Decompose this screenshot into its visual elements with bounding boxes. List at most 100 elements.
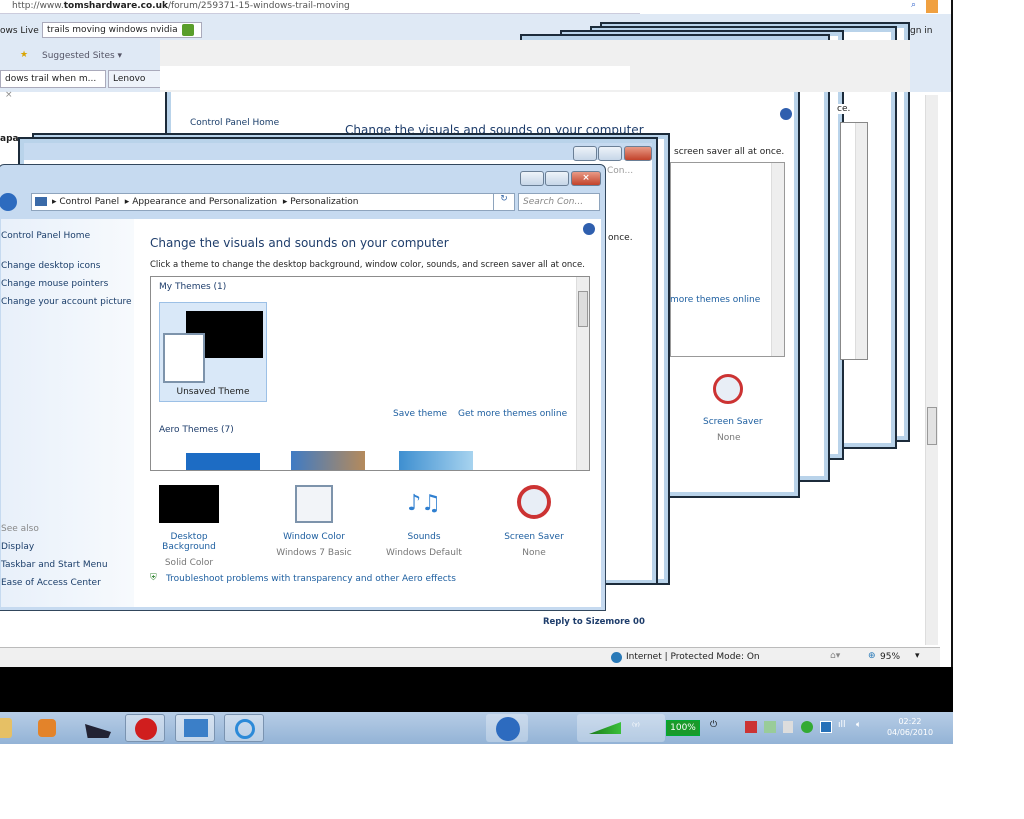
url-domain: tomshardware.co.uk: [63, 1, 168, 11]
setting-label[interactable]: Screen Saver: [489, 532, 579, 542]
page-partial-text: apa: [0, 134, 19, 144]
download-app-button[interactable]: [125, 714, 165, 742]
taskbar-start-menu-link[interactable]: Taskbar and Start Menu: [1, 560, 108, 570]
setting-value: Solid Color: [164, 558, 214, 568]
search-go-icon[interactable]: [182, 24, 194, 36]
back-button[interactable]: [0, 193, 17, 211]
tray-icon[interactable]: [820, 721, 832, 733]
app-icon[interactable]: [85, 724, 111, 738]
scroll-thumb[interactable]: [927, 407, 937, 445]
change-mouse-pointers-link[interactable]: Change mouse pointers: [1, 279, 108, 289]
safely-remove-icon[interactable]: [801, 721, 813, 733]
render-artifact: [160, 40, 910, 92]
theme-unsaved[interactable]: Unsaved Theme: [159, 302, 267, 402]
zoom-level[interactable]: 95%: [880, 652, 900, 662]
change-account-picture-link[interactable]: Change your account picture: [1, 297, 132, 307]
page-scrollbar[interactable]: [925, 95, 938, 645]
action-center-flag-icon[interactable]: [745, 721, 757, 733]
clock[interactable]: 02:22 04/06/2010: [880, 716, 940, 738]
globe-icon: [611, 652, 622, 663]
desktop-background-setting[interactable]: Desktop Background Solid Color: [144, 485, 234, 568]
internet-explorer-button[interactable]: [224, 714, 264, 742]
breadcrumb-control-panel[interactable]: Control Panel: [59, 197, 119, 207]
zoom-icon: ⊕: [868, 651, 876, 661]
aero-theme-thumb[interactable]: [399, 451, 473, 470]
url-path: /forum/259371-15-windows-trail-moving: [167, 1, 350, 11]
search-options-icon[interactable]: [926, 0, 938, 13]
help-icon[interactable]: [583, 223, 595, 235]
screen-saver-setting[interactable]: Screen Saver None: [489, 485, 579, 558]
explorer-icon[interactable]: [0, 718, 12, 738]
aero-themes-header: Aero Themes (7): [159, 425, 234, 435]
change-desktop-icons-link[interactable]: Change desktop icons: [1, 261, 100, 271]
theme-label: Unsaved Theme: [176, 387, 250, 397]
help-icon[interactable]: [780, 108, 792, 120]
theme-list-scrollbar[interactable]: [576, 277, 589, 470]
close-button[interactable]: ×: [571, 171, 601, 186]
screen: http://www.tomshardware.co.uk/forum/2593…: [0, 0, 953, 744]
signal-bars-icon: [589, 722, 621, 734]
ease-of-access-link[interactable]: Ease of Access Center: [1, 578, 101, 588]
url-prefix: http://www.: [12, 1, 64, 11]
protected-mode-icon[interactable]: ⌂▾: [830, 651, 840, 661]
maximize-button[interactable]: [545, 171, 569, 186]
window-color-setting[interactable]: Window Color Windows 7 Basic: [269, 485, 359, 558]
setting-label[interactable]: Desktop Background: [144, 532, 234, 552]
sign-in-link[interactable]: gn in: [910, 26, 932, 36]
battery-indicator[interactable]: 100%: [666, 720, 700, 736]
suggested-sites[interactable]: Suggested Sites ▾: [42, 51, 122, 61]
trail-screen-saver-link[interactable]: Screen Saver: [703, 417, 763, 427]
scroll-thumb[interactable]: [578, 291, 588, 327]
control-panel-home-link[interactable]: Control Panel Home: [1, 231, 90, 241]
signal-icon[interactable]: ıll: [838, 720, 846, 730]
tab-active[interactable]: dows trail when m... ×: [0, 70, 106, 100]
sounds-setting[interactable]: ♪♫ Sounds Windows Default: [379, 485, 469, 558]
setting-label[interactable]: Sounds: [379, 532, 469, 542]
aero-theme-thumb[interactable]: [186, 453, 260, 470]
troubleshoot-link[interactable]: Troubleshoot problems with transparency …: [166, 574, 456, 584]
trail-text: screen saver all at once.: [674, 147, 785, 157]
breadcrumb-appearance[interactable]: Appearance and Personalization: [132, 197, 277, 207]
search-input[interactable]: Search Con...: [518, 193, 600, 211]
save-theme-link[interactable]: Save theme: [393, 409, 447, 419]
trail-screen-saver-value: None: [717, 433, 741, 443]
display-link[interactable]: Display: [1, 542, 34, 552]
trail-text: ce.: [836, 104, 852, 114]
theme-list: My Themes (1) Unsaved Theme Save theme G…: [150, 276, 590, 471]
tab-label: Lenovo: [113, 74, 146, 84]
setting-value: Windows 7 Basic: [276, 548, 352, 558]
minimize-button[interactable]: [573, 146, 597, 161]
wireless-signal-button[interactable]: ⁽ᵞ⁾: [577, 714, 665, 742]
close-button[interactable]: [624, 146, 652, 161]
aero-theme-thumb[interactable]: [291, 451, 365, 470]
tray-icon[interactable]: [764, 721, 776, 733]
reply-link[interactable]: Reply to Sizemore 00: [543, 617, 645, 627]
tray-icon[interactable]: [783, 721, 793, 733]
zoom-dropdown-icon[interactable]: ▾: [915, 651, 920, 661]
black-region: [0, 667, 953, 712]
volume-icon[interactable]: 🔈︎: [856, 720, 861, 730]
maximize-button[interactable]: [598, 146, 622, 161]
address-bar[interactable]: http://www.tomshardware.co.uk/forum/2593…: [0, 0, 640, 14]
taskbar: ⁽ᵞ⁾ 100% ⏻ ıll 🔈︎ 02:22 04/06/2010: [0, 712, 953, 744]
network-icon: [496, 717, 520, 741]
control-panel-icon: [184, 719, 208, 737]
search-icon[interactable]: ⌕: [911, 0, 923, 12]
shield-icon: ⛨: [150, 573, 157, 583]
close-tab-icon[interactable]: ×: [5, 90, 13, 100]
favorites-star-icon[interactable]: ★: [20, 50, 28, 60]
refresh-button[interactable]: ↻: [493, 193, 515, 211]
search-input[interactable]: trails moving windows nvidia: [42, 22, 202, 38]
security-zone[interactable]: Internet | Protected Mode: On: [626, 652, 760, 662]
my-themes-header: My Themes (1): [159, 282, 227, 292]
setting-label[interactable]: Window Color: [269, 532, 359, 542]
media-player-icon[interactable]: [38, 719, 56, 737]
page-title: Change the visuals and sounds on your co…: [150, 236, 449, 250]
control-panel-button[interactable]: [175, 714, 215, 742]
breadcrumb[interactable]: ▸ Control Panel ▸ Appearance and Persona…: [31, 193, 501, 211]
network-button[interactable]: [486, 714, 528, 742]
minimize-button[interactable]: [520, 171, 544, 186]
get-more-themes-link[interactable]: Get more themes online: [458, 409, 567, 419]
breadcrumb-personalization[interactable]: Personalization: [290, 197, 358, 207]
tab-lenovo[interactable]: Lenovo: [108, 70, 163, 88]
